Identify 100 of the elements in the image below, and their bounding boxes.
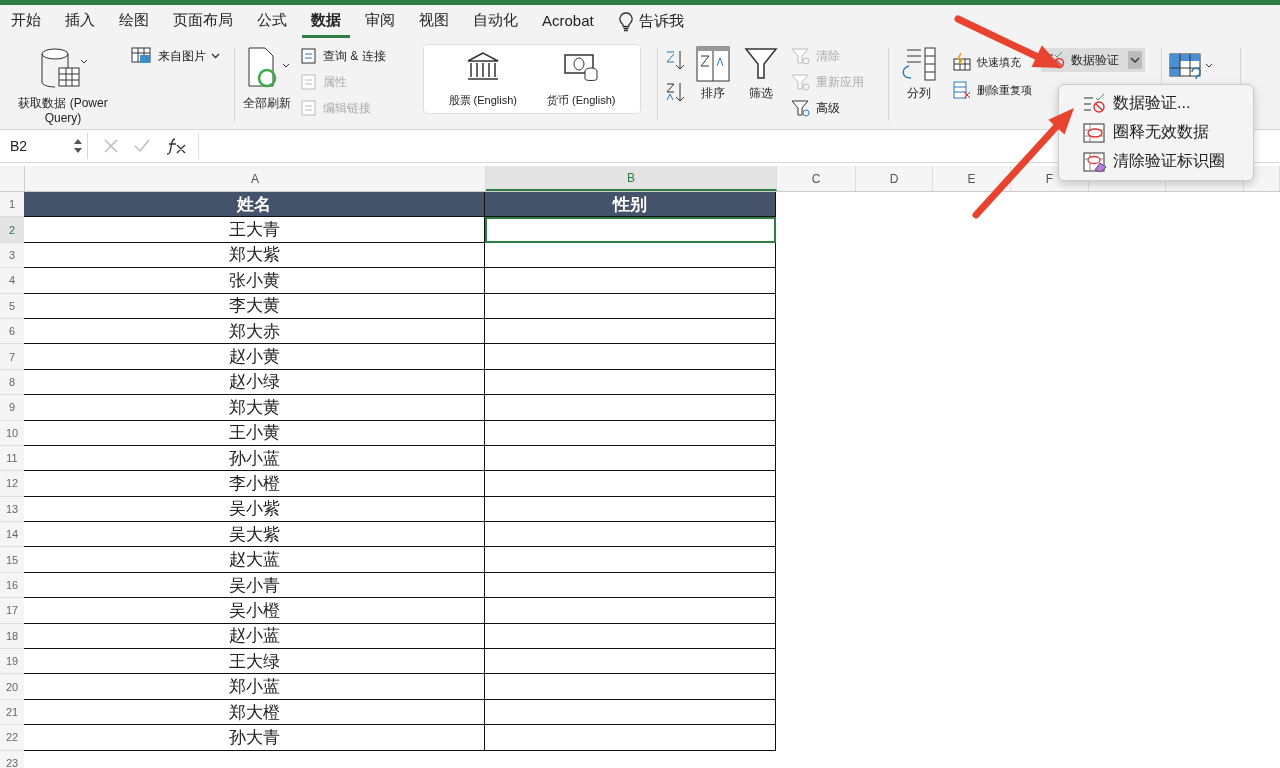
row-number[interactable]: 22 [0, 725, 24, 751]
tell-me-search[interactable]: 告诉我 [638, 12, 684, 31]
data-type-button[interactable]: 货币 (English) [541, 49, 622, 109]
ribbon-tab[interactable]: 审阅 [356, 5, 404, 38]
table-lightning-icon [952, 53, 972, 71]
column-header[interactable]: B [486, 166, 777, 191]
ribbon-tab[interactable]: 公式 [248, 5, 296, 38]
row-number[interactable]: 7 [0, 344, 24, 370]
row-number[interactable]: 5 [0, 293, 24, 319]
caret-icon [1128, 51, 1142, 69]
table-cell[interactable] [485, 395, 776, 421]
column-header[interactable]: D [856, 166, 933, 191]
row-number[interactable]: 6 [0, 318, 24, 345]
table-cell[interactable] [485, 623, 776, 650]
row-number[interactable]: 12 [0, 471, 24, 497]
query-button[interactable]: 查询 & 连接 [297, 44, 389, 68]
table-cell[interactable] [485, 522, 776, 548]
row-number[interactable]: 4 [0, 268, 24, 294]
row-number[interactable]: 21 [0, 699, 24, 726]
table-cell[interactable] [485, 445, 776, 472]
row-number[interactable]: 2 [0, 217, 24, 243]
table-cell[interactable] [485, 420, 776, 446]
remove-duplicates-button[interactable]: 删除重复项 [949, 80, 1035, 100]
table-cell[interactable] [485, 318, 776, 345]
get-data-button[interactable]: 获取数据 (Power Query) [6, 44, 120, 128]
text-to-columns-button[interactable]: 分列 [895, 44, 943, 103]
table-cell[interactable] [485, 547, 776, 573]
table-cell[interactable] [485, 674, 776, 700]
validation-icon [1083, 93, 1107, 114]
sort-descending-icon [664, 80, 686, 104]
checkmark-icon [134, 139, 150, 153]
ribbon-tab[interactable]: 视图 [410, 5, 458, 38]
table-cell[interactable] [485, 242, 776, 269]
row-number[interactable]: 18 [0, 623, 24, 650]
table-cell[interactable] [485, 369, 776, 396]
table-cell: 郑大黄 [24, 395, 485, 421]
data-type-button[interactable]: 股票 (English) [442, 49, 523, 109]
table-cell: 王小黄 [24, 420, 485, 446]
funnel-icon [791, 73, 811, 91]
table-cell: 郑大橙 [24, 699, 485, 726]
row-number[interactable]: 1 [0, 192, 24, 218]
table-cell[interactable] [485, 344, 776, 370]
column-header[interactable]: C [777, 166, 856, 191]
sort-icon [696, 46, 730, 82]
funnel-icon [791, 99, 811, 117]
table-cell: 赵小绿 [24, 369, 485, 396]
table-cell: 王大青 [24, 217, 485, 243]
column-header[interactable]: E [933, 166, 1011, 191]
table-header-cell: 姓名 [24, 192, 485, 218]
ribbon-tab[interactable]: 绘图 [110, 5, 158, 38]
table-cell[interactable] [485, 268, 776, 294]
ribbon-tab[interactable]: 插入 [56, 5, 104, 38]
row-number[interactable]: 8 [0, 369, 24, 396]
from-picture-button[interactable]: 来自图片 [128, 44, 223, 68]
document-icon [300, 47, 318, 65]
ribbon-tab[interactable]: Acrobat [533, 6, 603, 37]
table-cell[interactable] [485, 699, 776, 726]
menu-item[interactable]: 数据验证... [1081, 89, 1253, 118]
ribbon-tab[interactable]: 自动化 [464, 5, 527, 38]
row-number[interactable]: 9 [0, 395, 24, 421]
row-number[interactable]: 3 [0, 242, 24, 269]
lightbulb-icon [618, 11, 633, 32]
table-cell: 孙小蓝 [24, 445, 485, 472]
circled-table-icon [1083, 122, 1107, 143]
document-icon [300, 99, 318, 117]
table-cell[interactable] [485, 293, 776, 319]
refresh-all-button[interactable]: 全部刷新 [241, 44, 293, 113]
table-cell[interactable] [485, 496, 776, 523]
menu-item[interactable]: 圈释无效数据 [1081, 118, 1253, 147]
table-cell[interactable] [485, 572, 776, 599]
table-cell[interactable] [485, 217, 776, 243]
funnel-icon [744, 46, 778, 82]
table-cell: 赵小蓝 [24, 623, 485, 650]
row-number[interactable]: 13 [0, 496, 24, 523]
table-header-cell: 性别 [485, 192, 776, 218]
table-cell: 王大绿 [24, 649, 485, 675]
data-validation-button[interactable]: 数据验证 [1041, 48, 1145, 72]
table-cell: 李小橙 [24, 471, 485, 497]
row-number[interactable]: 19 [0, 649, 24, 675]
table-cell[interactable] [485, 471, 776, 497]
sort-button[interactable]: 排序 [692, 44, 734, 103]
document-icon [300, 73, 318, 91]
table-cell: 吴大紫 [24, 522, 485, 548]
sort-ascending-icon [664, 48, 686, 72]
table-cell[interactable] [485, 598, 776, 624]
filter-option-button[interactable]: 高级 [788, 96, 867, 120]
table-camera-icon [131, 47, 153, 65]
row-number[interactable]: 20 [0, 674, 24, 700]
flash-fill-button[interactable]: 快速填充 [949, 52, 1035, 72]
row-number[interactable]: 10 [0, 420, 24, 446]
table-cell[interactable] [485, 649, 776, 675]
ribbon-tab[interactable]: 开始 [2, 5, 50, 38]
row-number[interactable]: 16 [0, 572, 24, 599]
ribbon-tab[interactable]: 页面布局 [164, 5, 242, 38]
row-number[interactable]: 11 [0, 445, 24, 472]
row-number[interactable]: 14 [0, 522, 24, 548]
table-cell[interactable] [485, 725, 776, 751]
row-number[interactable]: 15 [0, 547, 24, 573]
row-number[interactable]: 17 [0, 598, 24, 624]
filter-button[interactable]: 筛选 [740, 44, 782, 103]
